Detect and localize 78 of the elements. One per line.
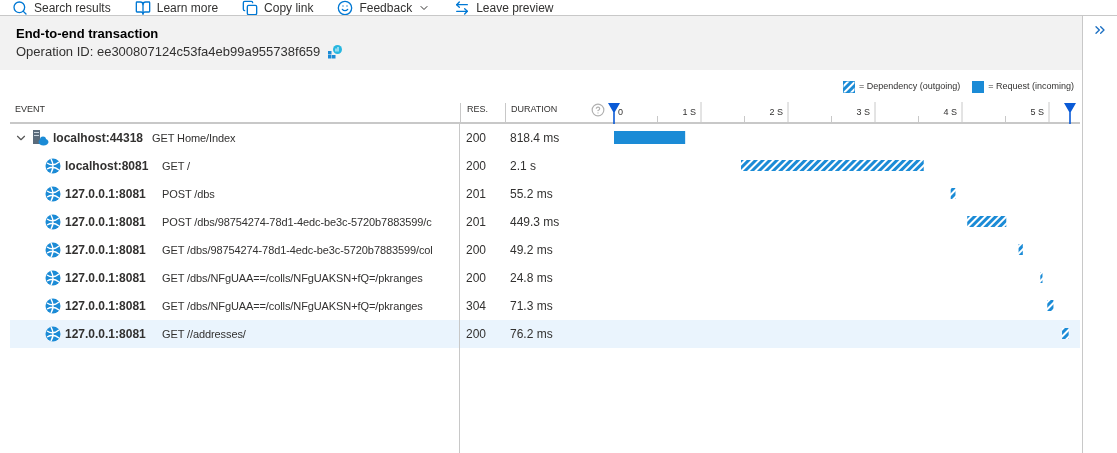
table-row[interactable]: localhost:8081 GET / 200 2.1 s	[10, 152, 1080, 180]
host-name: 127.0.0.1:8081	[65, 242, 147, 259]
table-row[interactable]: localhost:44318 GET Home/Index 200 818.4 ms	[10, 124, 1080, 152]
end-marker-icon[interactable]	[1063, 103, 1076, 124]
insights-icon[interactable]	[328, 45, 343, 59]
globe-icon	[45, 298, 61, 314]
operation-name: GET /	[162, 158, 191, 174]
duration-value: 71.3 ms	[510, 299, 553, 313]
duration-value: 76.2 ms	[510, 327, 553, 341]
host-name: 127.0.0.1:8081	[65, 186, 147, 203]
result-code: 200	[466, 243, 487, 257]
duration-value: 449.3 ms	[510, 215, 560, 229]
legend-label: = Request (incoming)	[988, 80, 1074, 94]
duration-value: 24.8 ms	[510, 271, 553, 285]
operation-name: GET /dbs/NFgUAA==/colls/NFgUAKSN+fQ=/pkranges	[162, 270, 423, 286]
host-name: 127.0.0.1:8081	[65, 270, 147, 287]
copy-icon	[242, 0, 259, 15]
host-name: 127.0.0.1:8081	[65, 214, 147, 231]
search-icon	[12, 0, 28, 15]
toolbar-button[interactable]: Learn more	[134, 0, 219, 15]
globe-icon	[45, 158, 61, 174]
hatched-swatch-icon	[842, 81, 855, 93]
dependency-bar[interactable]	[1047, 300, 1054, 311]
dependency-bar[interactable]	[1018, 244, 1023, 255]
toolbar-button[interactable]: Feedback	[337, 0, 431, 15]
duration-value: 55.2 ms	[510, 187, 553, 201]
start-marker-icon[interactable]	[608, 103, 620, 124]
operation-name: GET Home/Index	[152, 130, 236, 146]
table-row[interactable]: 127.0.0.1:8081 POST /dbs 201 55.2 ms	[10, 180, 1080, 208]
duration-value: 818.4 ms	[510, 131, 560, 145]
toolbar-button[interactable]: Copy link	[242, 0, 314, 15]
dependency-bar[interactable]	[1062, 328, 1069, 339]
result-code: 201	[466, 215, 487, 229]
transaction-title: End-to-end transaction	[16, 26, 160, 42]
table-row[interactable]: 127.0.0.1:8081 GET /dbs/98754274-78d1-4edc-be3c-5720b7883599/col 200 49.2 ms	[10, 236, 1080, 264]
operation-name: GET /dbs/NFgUAA==/colls/NFgUAKSN+fQ=/pkranges	[162, 298, 423, 314]
book-icon	[134, 0, 151, 15]
operation-name: GET //addresses/	[162, 326, 246, 342]
globe-icon	[45, 186, 61, 202]
smiley-icon	[337, 0, 354, 15]
result-code: 200	[466, 159, 487, 173]
arrows-icon	[454, 0, 471, 15]
globe-icon	[45, 326, 61, 342]
duration-value: 49.2 ms	[510, 243, 553, 257]
table-row[interactable]: 127.0.0.1:8081 GET //addresses/ 200 76.2 ms	[10, 320, 1080, 348]
host-name: localhost:44318	[53, 130, 145, 147]
server-cloud-icon	[32, 130, 49, 146]
table-row[interactable]: 127.0.0.1:8081 GET /dbs/NFgUAA==/colls/NFgUAKSN+fQ=/pkranges 200 24.8 ms	[10, 264, 1080, 292]
result-code: 304	[466, 299, 487, 313]
table-row[interactable]: 127.0.0.1:8081 POST /dbs/98754274-78d1-4edc-be3c-5720b7883599/c 201 449.3 ms	[10, 208, 1080, 236]
result-code: 200	[466, 271, 487, 285]
dependency-bar[interactable]	[741, 160, 924, 171]
operation-name: GET /dbs/98754274-78d1-4edc-be3c-5720b7883599/col	[162, 242, 433, 258]
host-name: 127.0.0.1:8081	[65, 298, 147, 315]
column-header: RES.	[460, 102, 505, 122]
operation-id: Operation ID: ee300807124c53fa4eb99a955738f659	[16, 43, 321, 61]
column-header: EVENT	[14, 102, 46, 116]
dependency-bar[interactable]	[950, 188, 956, 199]
globe-icon	[45, 242, 61, 258]
dependency-bar[interactable]	[967, 216, 1007, 227]
result-code: 200	[466, 327, 487, 341]
timeline-axis: 0 1 S 2 S 3 S 4 S 5 S	[585, 98, 1080, 122]
result-code: 200	[466, 131, 487, 145]
result-code: 201	[466, 187, 487, 201]
globe-icon	[45, 270, 61, 286]
table-row[interactable]: 127.0.0.1:8081 GET /dbs/NFgUAA==/colls/NFgUAKSN+fQ=/pkranges 304 71.3 ms	[10, 292, 1080, 320]
host-name: localhost:8081	[65, 158, 150, 175]
duration-value: 2.1 s	[510, 159, 536, 173]
column-header: DURATION	[505, 102, 585, 122]
toolbar-button[interactable]: Search results	[12, 0, 111, 15]
solid-swatch-icon	[972, 81, 985, 93]
operation-name: POST /dbs	[162, 186, 215, 202]
dependency-bar[interactable]	[1040, 272, 1043, 283]
operation-name: POST /dbs/98754274-78d1-4edc-be3c-5720b7883599/c	[162, 214, 432, 230]
globe-icon	[45, 214, 61, 230]
legend-label: = Dependency (outgoing)	[858, 80, 961, 94]
toolbar-button[interactable]: Leave preview	[454, 0, 554, 15]
host-name: 127.0.0.1:8081	[65, 326, 147, 343]
